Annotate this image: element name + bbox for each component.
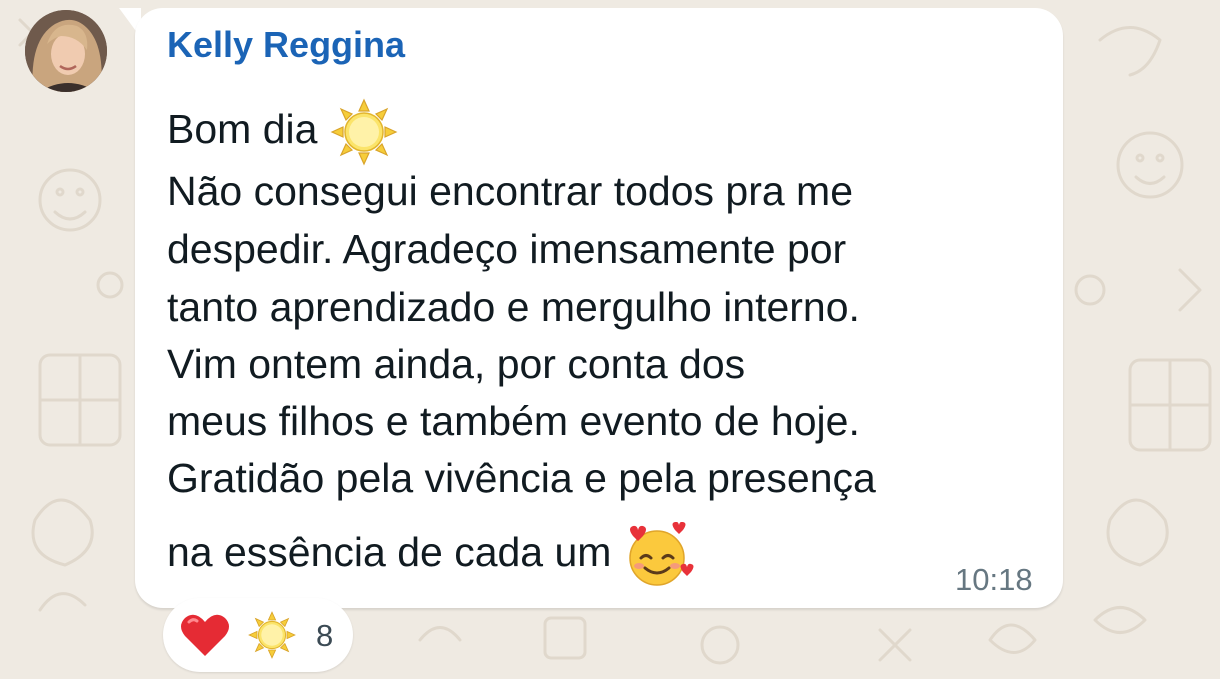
message-line: Não consegui encontrar todos pra me [167, 168, 854, 214]
message-line: meus filhos e também evento de hoje. [167, 398, 860, 444]
reactions-pill[interactable]: 8 [163, 598, 353, 672]
message-line-text: na essência de cada um [167, 528, 612, 575]
reaction-count: 8 [316, 618, 334, 653]
sender-name[interactable]: Kelly Reggina [167, 24, 405, 66]
message-line: Bom dia [167, 97, 399, 167]
message-timestamp: 10:18 [955, 562, 1033, 597]
message-line: na essência de cada um [167, 521, 695, 588]
message-line: despedir. Agradeço imensamente por [167, 226, 847, 272]
smiling-face-with-hearts-icon [623, 521, 695, 588]
message-line: Gratidão pela vivência e pela presença [167, 455, 876, 501]
profile-photo [25, 10, 107, 92]
message-line: Vim ontem ainda, por conta dos [167, 341, 746, 387]
sender-avatar[interactable] [25, 10, 107, 92]
heart-reaction-icon [179, 612, 231, 663]
sun-reaction-icon [247, 610, 297, 665]
sun-emoji-icon [329, 97, 399, 167]
message-line: tanto aprendizado e mergulho interno. [167, 284, 860, 330]
message-line-text: Bom dia [167, 105, 318, 152]
